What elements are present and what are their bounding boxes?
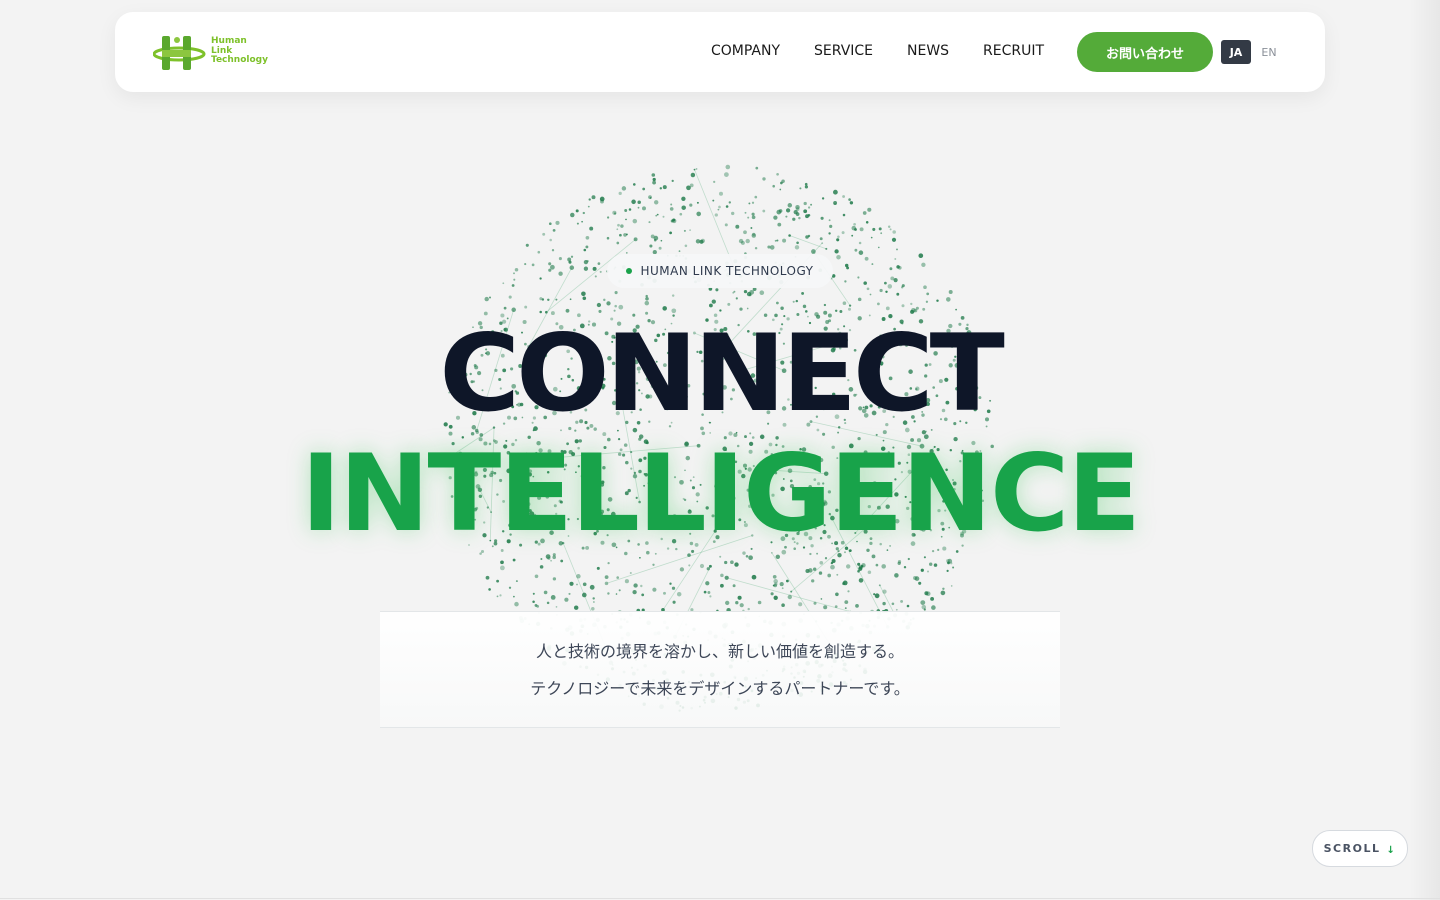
bottom-divider [0,898,1440,899]
nav-company[interactable]: COMPANY [711,43,780,59]
logo-mark-icon [153,36,206,70]
nav-service[interactable]: SERVICE [814,43,873,59]
scroll-arrow-icon: ↓ [1386,845,1397,856]
lang-en-button[interactable]: EN [1255,40,1283,64]
contact-button[interactable]: お問い合わせ [1077,32,1213,72]
logo-line-technology: Technology [211,55,268,65]
nav-recruit[interactable]: RECRUIT [983,43,1044,59]
headline-connect: CONNECT [439,312,1005,435]
tagline-line-2: テクノロジーで未来をデザインするパートナーです。 [530,679,910,698]
headline-intelligence: INTELLIGENCE [300,432,1141,555]
page: Human Link Technology COMPANY SERVICE NE… [0,0,1440,900]
site-header: Human Link Technology COMPANY SERVICE NE… [115,12,1325,92]
tagline-box: 人と技術の境界を溶かし、新しい価値を創造する。 テクノロジーで未来をデザインする… [380,611,1060,728]
nav-news[interactable]: NEWS [907,43,949,59]
scroll-button[interactable]: SCROLL ↓ [1312,830,1408,867]
tagline-line-1: 人と技術の境界を溶かし、新しい価値を創造する。 [535,642,904,661]
lang-ja-button[interactable]: JA [1221,40,1251,64]
hero-badge-label: HUMAN LINK TECHNOLOGY [640,264,814,278]
scroll-label: SCROLL [1323,842,1381,855]
logo[interactable]: Human Link Technology [153,32,273,76]
hero-badge: HUMAN LINK TECHNOLOGY [607,254,833,288]
logo-text: Human Link Technology [211,36,268,66]
badge-dot-icon [626,268,633,274]
